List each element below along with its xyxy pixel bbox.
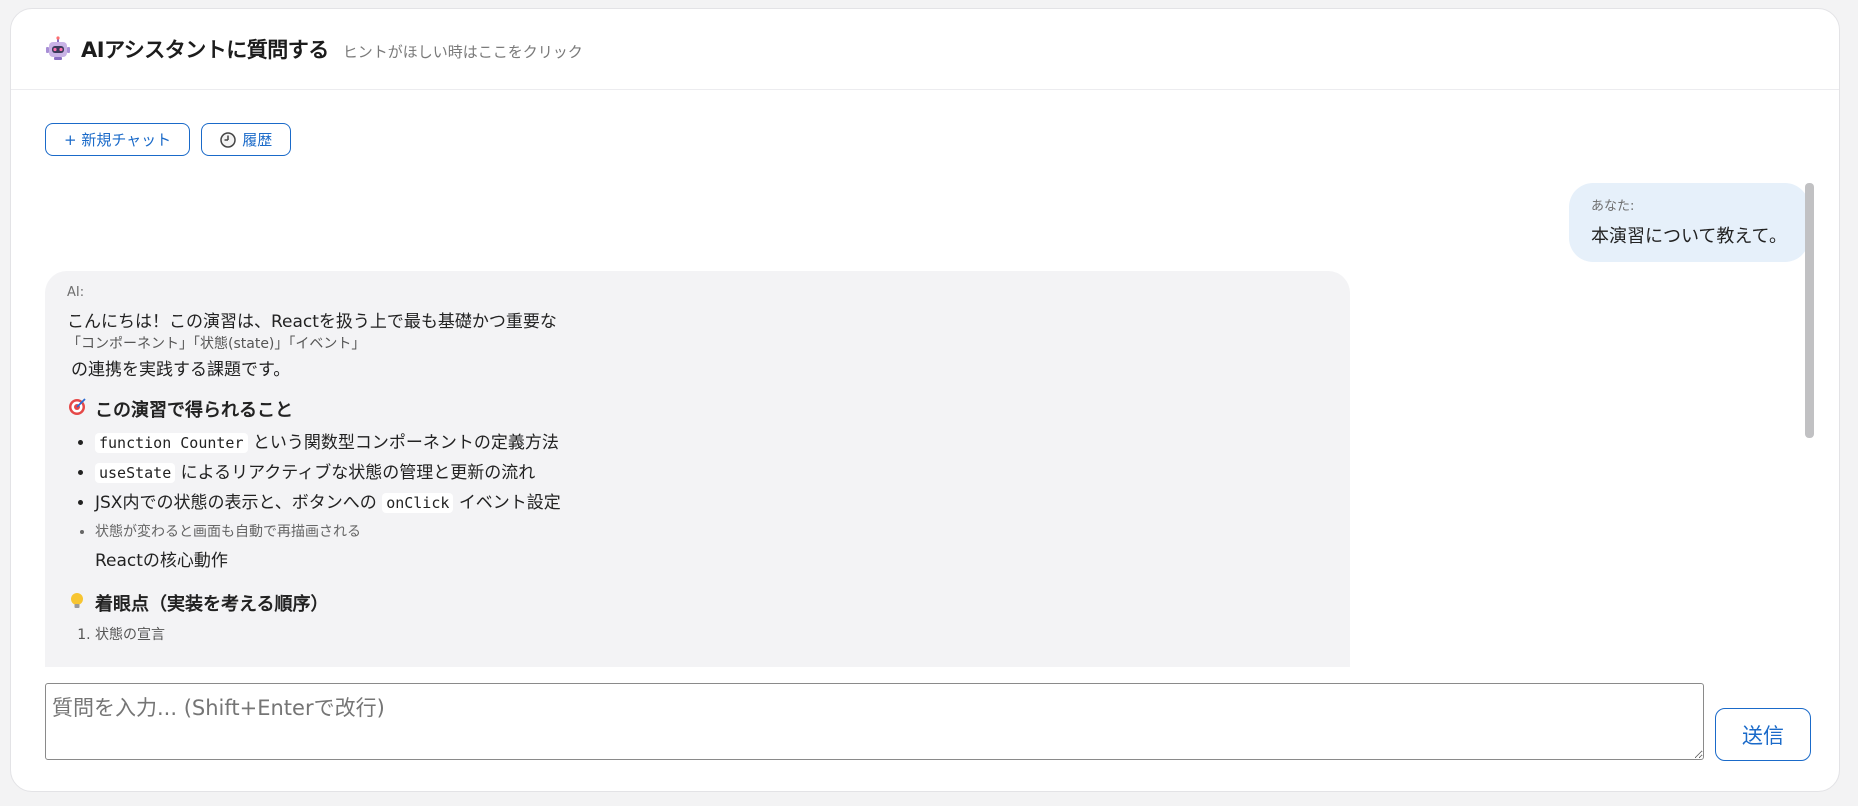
section-heading-focus: 着眼点（実装を考える順序） [67,590,1328,616]
hint-text[interactable]: ヒントがほしい時はここをクリック [343,41,583,62]
section-title: 着眼点（実装を考える順序） [95,594,329,615]
ai-message: AI: こんにちは！この演習は、Reactを扱う上で最も基礎かつ重要な 「コンポ… [45,271,1350,667]
list-item: 状態が変わると画面も自動で再描画される [95,518,1328,546]
code-snippet: function Counter [95,433,248,453]
section-title: この演習で得られること [95,400,293,421]
code-snippet: onClick [382,493,454,513]
new-chat-button[interactable]: + 新規チャット [45,123,191,156]
ai-intro-end: の連携を実践する課題です。 [71,360,291,380]
chat-messages[interactable]: あなた: 本演習について教えて。 AI: こんにちは！この演習は、Reactを扱… [45,173,1825,667]
chat-scrollbar[interactable] [1805,183,1814,438]
user-message: あなた: 本演習について教えて。 [1568,183,1809,262]
focus-list: 状態の宣言 [67,622,1328,648]
ai-label: AI: [67,285,85,300]
send-button[interactable]: 送信 [1715,708,1811,761]
list-item: JSX内での状態の表示と、ボタンへの onClick イベント設定 [95,488,1328,518]
ai-intro: こんにちは！この演習は、Reactを扱う上で最も基礎かつ重要な [67,312,557,332]
list-item-text: 状態が変わると画面も自動で再描画される [95,524,361,540]
ai-assistant-panel: AIアシスタントに質問する ヒントがほしい時はここをクリック + 新規チャット … [10,8,1840,792]
list-item: useState によるリアクティブな状態の管理と更新の流れ [95,458,1328,488]
history-label: 履歴 [242,131,273,149]
history-button[interactable]: 履歴 [201,123,292,156]
list-item-text: イベント設定 [458,493,561,513]
panel-title: AIアシスタントに質問する [81,38,329,62]
gains-list: function Counter という関数型コンポーネントの定義方法 useS… [67,428,1328,546]
list-item-text: によるリアクティブな状態の管理と更新の流れ [180,463,536,483]
chat-toolbar: + 新規チャット 履歴 [45,123,292,156]
question-input[interactable] [45,683,1704,760]
list-item-subtext: Reactの核心動作 [95,551,228,571]
ai-keywords: 「コンポーネント」「状態(state)」「イベント」 [67,336,366,352]
robot-icon [45,36,71,62]
user-message-text: 本演習について教えて。 [1590,226,1787,247]
user-label: あなた: [1590,199,1635,214]
list-item: 状態の宣言 [95,622,1328,648]
clock-icon [220,131,236,148]
target-icon [67,397,87,422]
code-snippet: useState [95,463,176,483]
list-item-text: という関数型コンポーネントの定義方法 [252,433,559,453]
panel-header[interactable]: AIアシスタントに質問する ヒントがほしい時はここをクリック [11,9,1839,90]
lightbulb-icon [67,591,87,616]
list-item: function Counter という関数型コンポーネントの定義方法 [95,428,1328,458]
section-heading-gains: この演習で得られること [67,396,1328,422]
list-item-text: JSX内での状態の表示と、ボタンへの [95,493,377,513]
